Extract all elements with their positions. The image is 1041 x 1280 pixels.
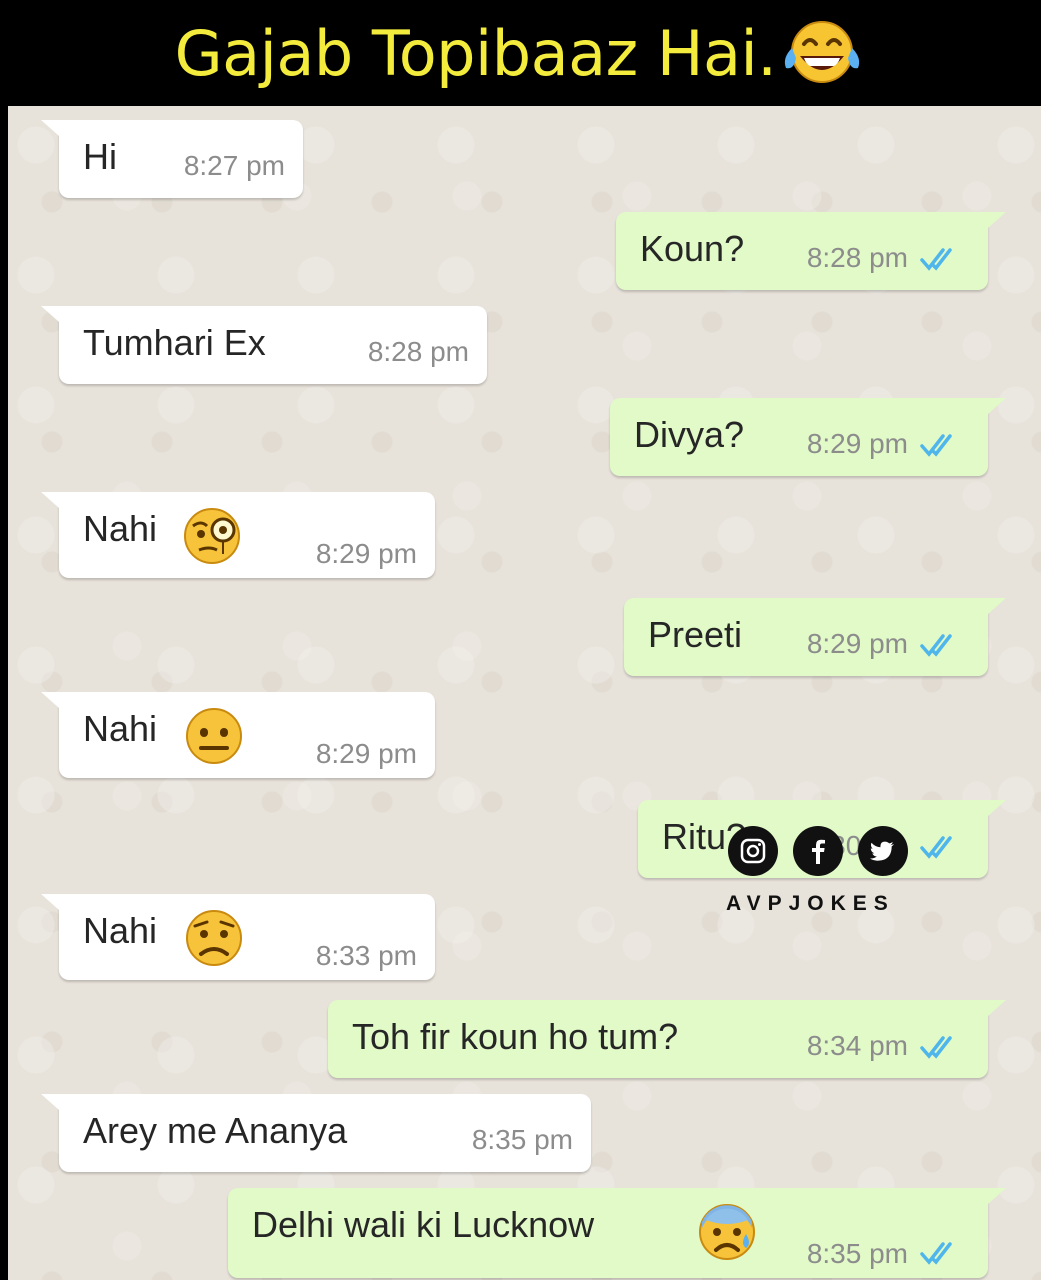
message-time: 8:35 pm xyxy=(806,1238,908,1269)
incoming-message[interactable]: Hi 8:27 pm xyxy=(41,120,303,198)
watermark: AVPJOKES xyxy=(720,826,940,926)
message-text: Nahi xyxy=(83,910,158,951)
incoming-message[interactable]: Nahi 8:29 pm xyxy=(41,492,435,578)
message-time: 8:33 pm xyxy=(315,940,417,971)
outgoing-message[interactable]: Divya? 8:29 pm xyxy=(610,398,1006,476)
watermark-text: AVPJOKES xyxy=(726,892,895,915)
title-banner: Gajab Topibaaz Hai. xyxy=(0,0,1041,106)
message-time: 8:27 pm xyxy=(183,150,285,181)
message-text: Toh fir koun ho tum? xyxy=(352,1016,679,1057)
read-ticks-icon xyxy=(920,1036,952,1059)
facebook-icon xyxy=(793,826,843,876)
message-text: Preeti xyxy=(648,614,743,655)
message-text: Delhi wali ki Lucknow xyxy=(252,1204,595,1245)
read-ticks-icon xyxy=(920,434,952,457)
message-text: Arey me Ananya xyxy=(83,1110,348,1151)
message-time: 8:29 pm xyxy=(315,738,417,769)
incoming-message[interactable]: Tumhari Ex 8:28 pm xyxy=(41,306,487,384)
message-time: 8:29 pm xyxy=(315,538,417,569)
read-ticks-icon xyxy=(920,634,952,657)
message-text: Tumhari Ex xyxy=(83,322,266,363)
message-time: 8:35 pm xyxy=(471,1124,573,1155)
neutral-face-emoji-icon xyxy=(186,708,242,764)
message-text: Hi xyxy=(83,136,117,177)
message-time: 8:28 pm xyxy=(806,242,908,273)
message-text: Nahi xyxy=(83,708,158,749)
message-text: Koun? xyxy=(640,228,745,269)
outgoing-message[interactable]: Delhi wali ki Lucknow 8:35 pm xyxy=(228,1188,1006,1278)
message-time: 8:34 pm xyxy=(806,1030,908,1061)
twitter-icon xyxy=(858,826,908,876)
chat-area: Hi 8:27 pm Koun? 8:28 pm Tumhari Ex 8:28… xyxy=(8,106,1041,1280)
read-ticks-icon xyxy=(920,1242,952,1265)
message-time: 8:29 pm xyxy=(806,628,908,659)
message-time: 8:28 pm xyxy=(367,336,469,367)
anxious-sweat-face-emoji-icon xyxy=(699,1204,755,1260)
read-ticks-icon xyxy=(920,248,952,271)
message-text: Divya? xyxy=(634,414,745,455)
incoming-message[interactable]: Nahi 8:29 pm xyxy=(41,692,435,778)
incoming-message[interactable]: Nahi 8:33 pm xyxy=(41,894,435,980)
banner-title: Gajab Topibaaz Hai. xyxy=(174,16,777,90)
outgoing-message[interactable]: Toh fir koun ho tum? 8:34 pm xyxy=(328,1000,1006,1078)
incoming-message[interactable]: Arey me Ananya 8:35 pm xyxy=(41,1094,591,1172)
monocle-face-emoji-icon xyxy=(184,508,240,564)
instagram-icon xyxy=(728,826,778,876)
outgoing-message[interactable]: Preeti 8:29 pm xyxy=(624,598,1006,676)
message-time: 8:29 pm xyxy=(806,428,908,459)
laughing-tears-emoji-icon xyxy=(785,21,860,83)
worried-face-emoji-icon xyxy=(186,910,242,966)
outgoing-message[interactable]: Koun? 8:28 pm xyxy=(616,212,1006,290)
message-text: Nahi xyxy=(83,508,158,549)
